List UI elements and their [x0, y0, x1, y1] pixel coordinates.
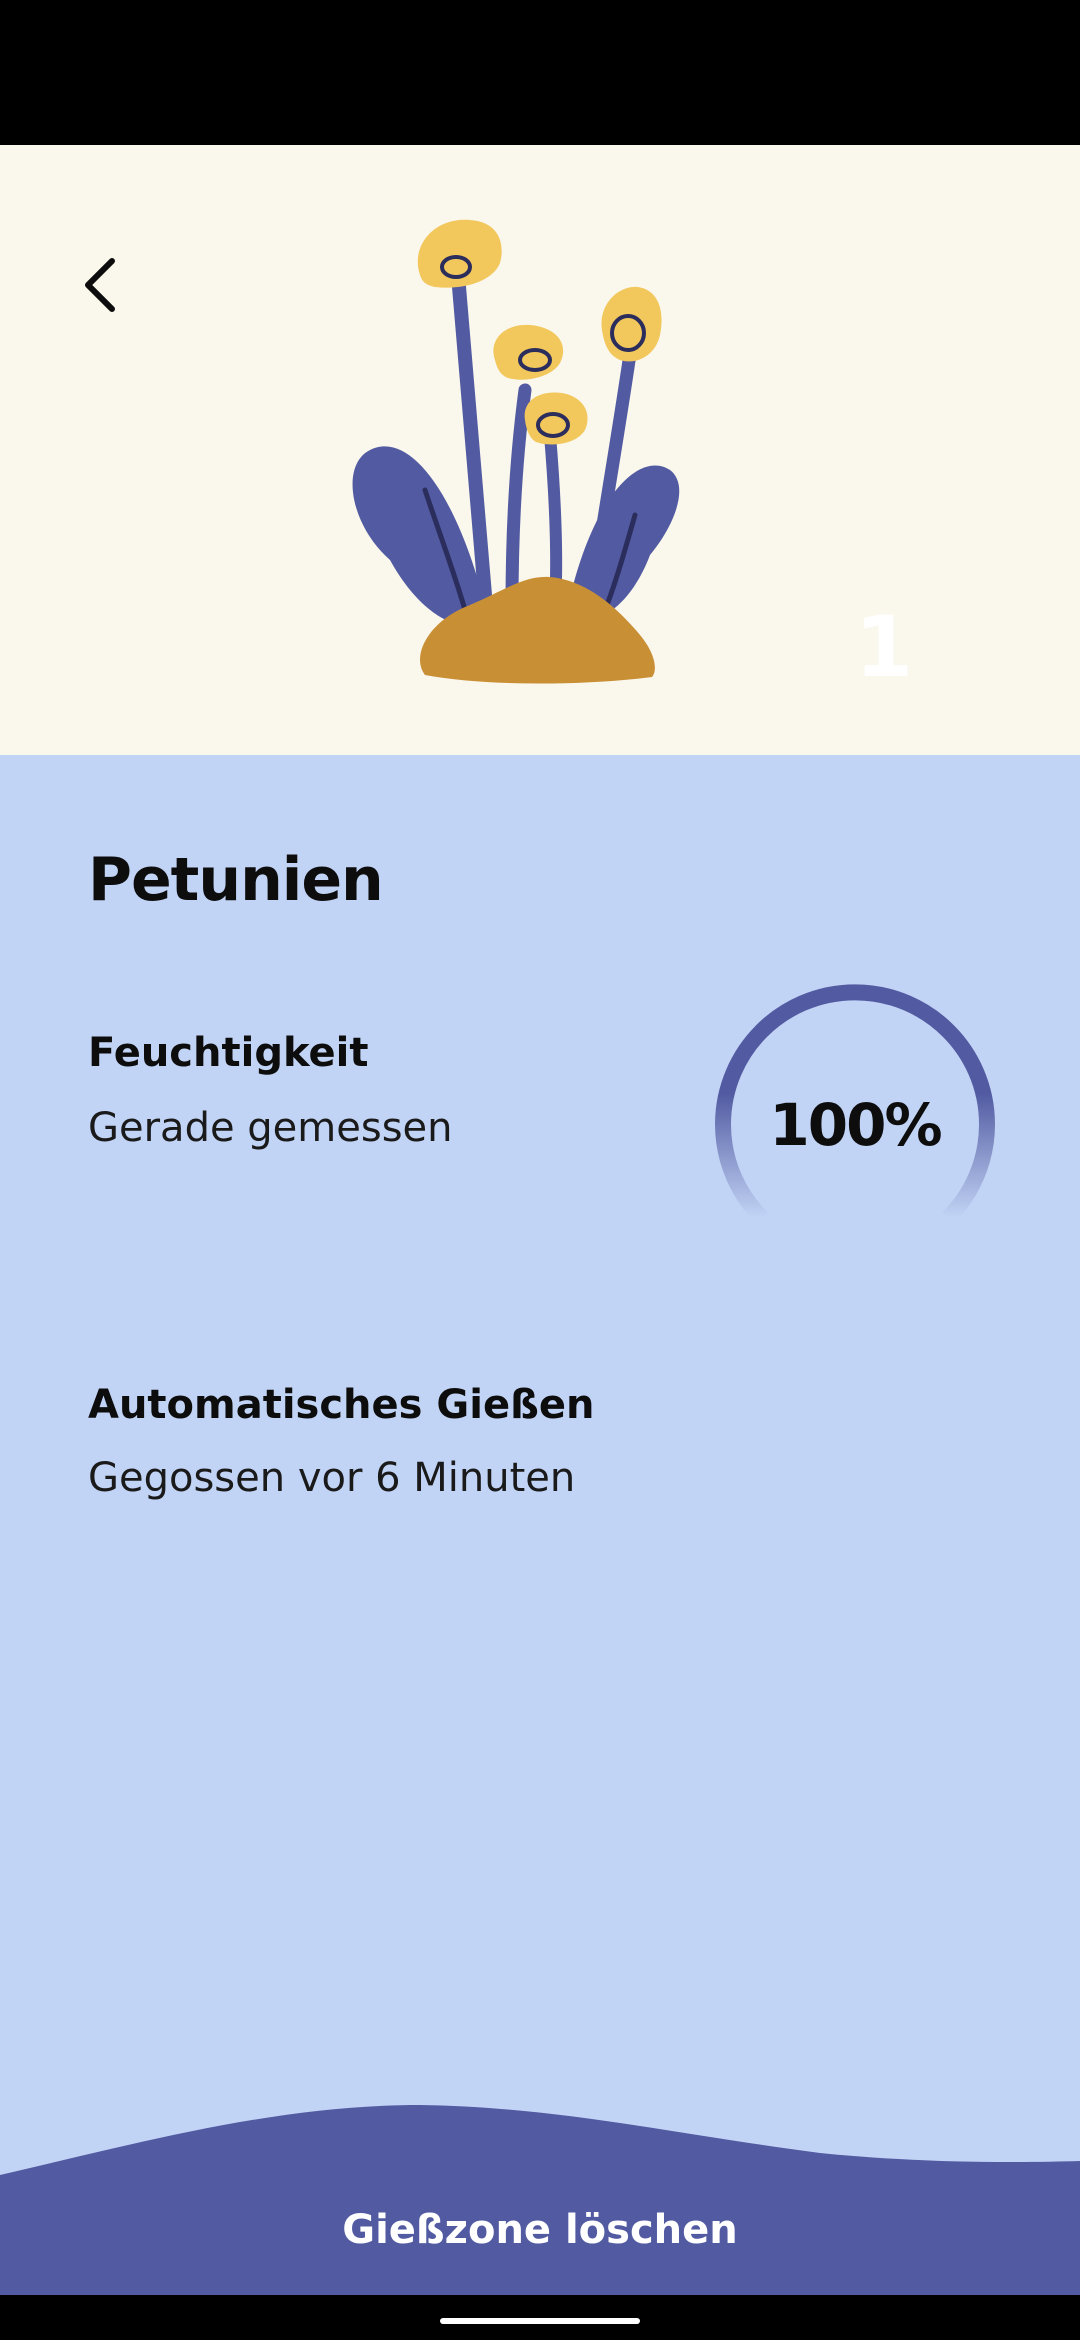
- home-indicator[interactable]: [440, 2318, 640, 2324]
- screen: 1 Petunien Feuchtigkeit Gerade gemessen …: [0, 0, 1080, 2340]
- status-bar: [0, 0, 1080, 145]
- chevron-left-icon: [85, 258, 115, 312]
- plant-illustration: 1: [340, 165, 913, 745]
- delete-zone-button[interactable]: Gießzone löschen: [0, 2175, 1080, 2285]
- hero-header: 1: [0, 145, 1080, 755]
- moisture-status: Gerade gemessen: [88, 1105, 453, 1151]
- watering-label: Automatisches Gießen: [88, 1382, 595, 1428]
- back-button[interactable]: [64, 245, 144, 325]
- moisture-value: 100%: [769, 1091, 942, 1159]
- plant-detail-panel: Petunien Feuchtigkeit Gerade gemessen 10…: [0, 755, 1080, 2295]
- page-title: Petunien: [88, 845, 384, 915]
- system-navigation-bar: [0, 2295, 1080, 2340]
- moisture-label: Feuchtigkeit: [88, 1030, 369, 1076]
- watering-status: Gegossen vor 6 Minuten: [88, 1455, 576, 1501]
- zone-number: 1: [854, 598, 914, 696]
- moisture-gauge: 100%: [710, 980, 1000, 1270]
